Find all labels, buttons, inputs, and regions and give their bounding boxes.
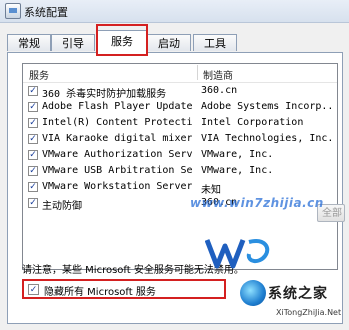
tab-general[interactable]: 常规 (7, 34, 51, 51)
column-manufacturer[interactable]: 制造商 (203, 67, 233, 82)
brand-logo-icon (240, 280, 266, 306)
watermark-url: www.win7zhijia.cn (190, 196, 324, 210)
service-manufacturer: 未知 (201, 185, 221, 196)
list-header: 服务 制造商 (23, 64, 337, 83)
service-name: 主动防御 (42, 201, 82, 212)
service-checkbox[interactable]: ✓ (28, 150, 38, 160)
service-checkbox[interactable]: ✓ (28, 198, 38, 208)
window-title: 系统配置 (24, 6, 68, 19)
hide-ms-checkbox[interactable]: ✓ (28, 284, 39, 295)
watermark-site: XiTongZhiJia.Net (276, 308, 342, 317)
service-checkbox[interactable]: ✓ (28, 102, 38, 112)
service-manufacturer: VMware, Inc. (201, 165, 274, 176)
title-bar: 系统配置 (0, 0, 349, 23)
service-manufacturer: Intel Corporation (201, 117, 304, 128)
column-divider[interactable] (197, 65, 198, 80)
service-manufacturer: 360.cn (201, 85, 238, 96)
service-checkbox[interactable]: ✓ (28, 134, 38, 144)
tab-boot[interactable]: 引导 (51, 34, 95, 51)
list-item[interactable]: ✓ 360 杀毒实时防护加载服务 360.cn (23, 84, 337, 100)
list-item[interactable]: ✓ Intel(R) Content Protecti... Intel Cor… (23, 116, 337, 132)
tab-services[interactable]: 服务 (97, 30, 147, 53)
list-item[interactable]: ✓ VMware Authorization Service VMware, I… (23, 148, 337, 164)
tab-strip: 常规 引导 服务 启动 工具 (7, 30, 343, 53)
service-manufacturer: Adobe Systems Incorp... (201, 101, 335, 112)
list-item[interactable]: ✓ VMware Workstation Server 未知 (23, 180, 337, 196)
column-service[interactable]: 服务 (29, 67, 49, 82)
tab-startup[interactable]: 启动 (147, 34, 191, 51)
service-name: Intel(R) Content Protecti... (42, 117, 192, 128)
service-manufacturer: VMware, Inc. (201, 149, 274, 160)
service-checkbox[interactable]: ✓ (28, 166, 38, 176)
service-name: VMware Authorization Service (42, 149, 192, 160)
service-name: 360 杀毒实时防护加载服务 (42, 89, 167, 100)
hide-ms-services-option[interactable]: ✓ 隐藏所有 Microsoft 服务 (22, 279, 226, 299)
system-config-icon (5, 3, 21, 19)
service-name: VMware USB Arbitration Se... (42, 165, 192, 176)
tab-tools[interactable]: 工具 (193, 34, 237, 51)
service-name: VIA Karaoke digital mixer... (42, 133, 192, 144)
service-checkbox[interactable]: ✓ (28, 86, 38, 96)
service-manufacturer: VIA Technologies, Inc. (201, 133, 334, 144)
windows-logo-icon (205, 239, 270, 269)
list-item[interactable]: ✓ VIA Karaoke digital mixer... VIA Techn… (23, 132, 337, 148)
services-list[interactable]: 服务 制造商 ✓ 360 杀毒实时防护加载服务 360.cn ✓ Adobe F… (22, 63, 338, 270)
hide-ms-label[interactable]: 隐藏所有 Microsoft 服务 (44, 283, 156, 298)
service-name: Adobe Flash Player Update... (42, 101, 192, 112)
list-item[interactable]: ✓ VMware USB Arbitration Se... VMware, I… (23, 164, 337, 180)
service-name: VMware Workstation Server (42, 181, 192, 192)
service-checkbox[interactable]: ✓ (28, 118, 38, 128)
list-item[interactable]: ✓ Adobe Flash Player Update... Adobe Sys… (23, 100, 337, 116)
service-checkbox[interactable]: ✓ (28, 182, 38, 192)
watermark-brand: 系统之家 (268, 286, 328, 302)
